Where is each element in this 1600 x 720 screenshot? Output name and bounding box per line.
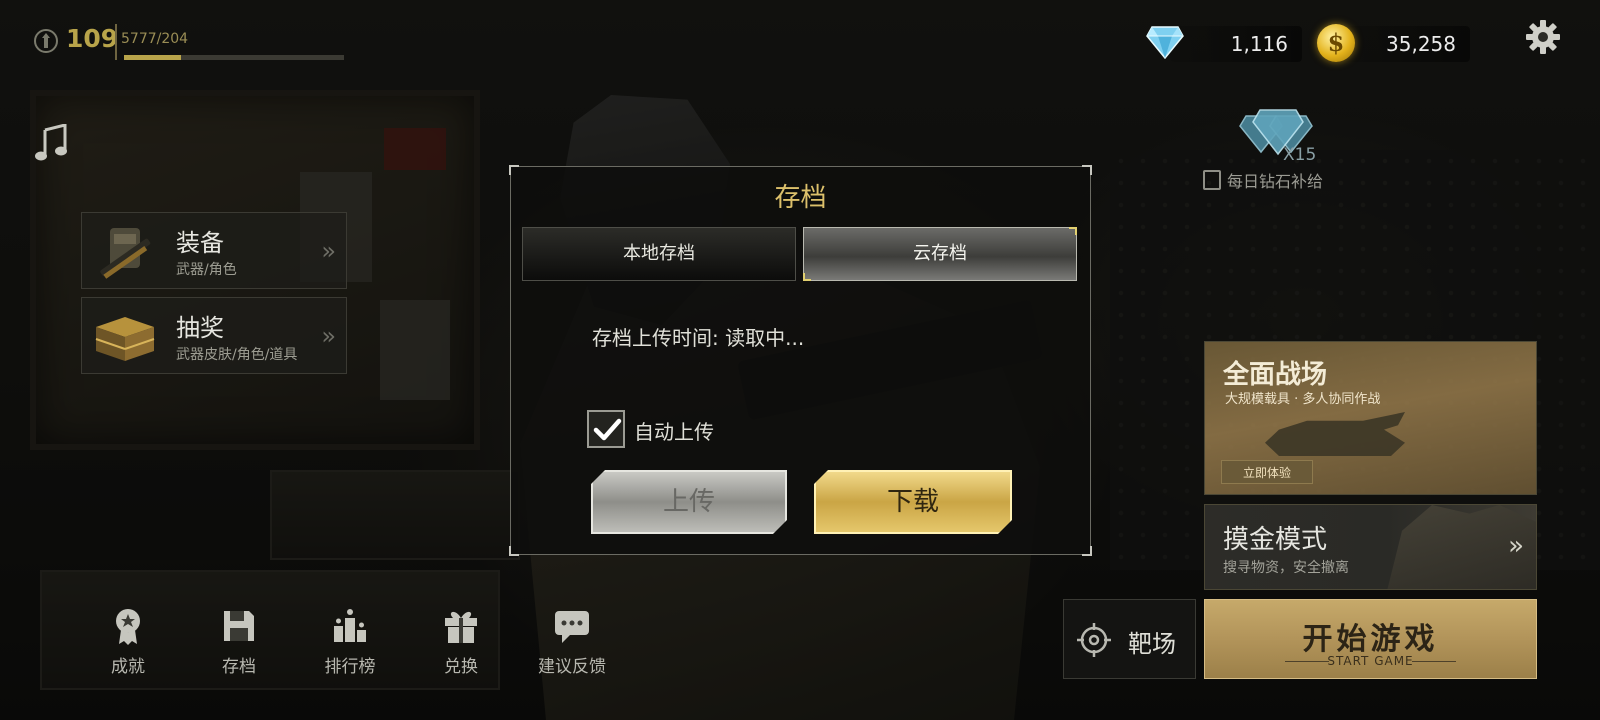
start-game-subtitle: START GAME — [1327, 654, 1414, 668]
level-divider — [115, 24, 117, 60]
upload-time-value: 读取中... — [725, 326, 805, 350]
tab-cloud-save[interactable]: 云存档 — [803, 227, 1077, 281]
gear-icon[interactable] — [1525, 19, 1561, 55]
save-icon — [224, 611, 254, 641]
tab-accent-corner — [1069, 227, 1077, 235]
crosshair-icon — [1077, 623, 1111, 657]
upload-button[interactable]: 上传 — [591, 470, 787, 534]
nav-label: 兑换 — [444, 657, 478, 677]
checkmark-icon — [593, 418, 622, 441]
start-game-button[interactable]: 开始游戏 START GAME — [1204, 599, 1537, 679]
tab-accent-corner — [803, 273, 811, 281]
chevron-right-icon: » — [1508, 531, 1524, 561]
loot-crate-icon — [95, 317, 155, 361]
nav-label: 存档 — [222, 657, 256, 677]
nav-label: 排行榜 — [324, 657, 376, 677]
chat-icon — [555, 611, 589, 643]
lottery-menu-card[interactable]: 抽奖 武器皮肤/角色/道具 » — [81, 297, 347, 374]
nav-label: 成就 — [111, 657, 145, 677]
daily-diamond-label[interactable]: 每日钻石补给 — [1227, 168, 1323, 192]
tab-local-save[interactable]: 本地存档 — [522, 227, 796, 281]
coin-count: 35,258 — [1386, 32, 1456, 56]
chevron-right-icon: » — [321, 322, 336, 350]
upload-time-label: 存档上传时间: — [592, 326, 726, 350]
coin-counter[interactable]: 35,258 — [1342, 26, 1470, 62]
equipment-title: 装备 — [176, 229, 224, 257]
nav-feedback[interactable]: 建议反馈 — [527, 606, 617, 686]
warzone-banner[interactable]: 全面战场 大规模载具 · 多人协同作战 立即体验 — [1204, 341, 1537, 495]
gem-counter[interactable]: 1,116 — [1170, 26, 1302, 62]
video-ad-icon — [1203, 170, 1221, 190]
xp-progress-bar — [124, 55, 344, 60]
dialog-corner — [509, 546, 519, 556]
dialog-corner — [1082, 165, 1092, 175]
download-button[interactable]: 下载 — [814, 470, 1012, 534]
lottery-subtitle: 武器皮肤/角色/道具 — [176, 347, 298, 363]
music-icon[interactable] — [34, 124, 68, 162]
nav-label: 建议反馈 — [538, 657, 606, 677]
gold-mode-banner[interactable]: 摸金模式 搜寻物资，安全撤离 » — [1204, 504, 1537, 590]
warzone-try-button[interactable]: 立即体验 — [1221, 460, 1313, 484]
tab-cloud-label: 云存档 — [913, 243, 967, 264]
medal-icon — [116, 609, 140, 645]
dialog-title: 存档 — [774, 183, 827, 213]
start-game-line-right — [1412, 661, 1456, 662]
daily-diamond-count: X15 — [1283, 145, 1317, 165]
tank-illustration — [1265, 412, 1405, 456]
lottery-title: 抽奖 — [176, 314, 224, 342]
gem-count: 1,116 — [1230, 32, 1288, 56]
shooting-range-label: 靶场 — [1128, 630, 1176, 658]
dialog-corner — [1082, 546, 1092, 556]
shooting-range-button[interactable]: 靶场 — [1063, 599, 1196, 679]
xp-text: 5777/204 — [121, 31, 189, 47]
xp-progress-fill — [124, 55, 182, 60]
auto-upload-checkbox[interactable] — [587, 410, 625, 448]
warzone-title: 全面战场 — [1223, 360, 1328, 390]
nav-achievements[interactable]: 成就 — [83, 606, 173, 686]
player-level: 109 — [66, 24, 119, 53]
nav-redeem[interactable]: 兑换 — [416, 606, 506, 686]
gold-mode-subtitle: 搜寻物资，安全撤离 — [1223, 560, 1349, 576]
chevron-right-icon: » — [321, 237, 336, 265]
nav-save[interactable]: 存档 — [194, 606, 284, 686]
weapon-vest-icon — [100, 228, 151, 279]
warzone-subtitle: 大规模载具 · 多人协同作战 — [1225, 392, 1381, 407]
gift-icon — [445, 611, 477, 643]
upload-time-row: 存档上传时间: 读取中... — [592, 322, 804, 351]
equipment-menu-card[interactable]: 装备 武器/角色 » — [81, 212, 347, 289]
auto-upload-label[interactable]: 自动上传 — [634, 416, 714, 445]
start-game-title: 开始游戏 — [1302, 622, 1439, 657]
rank-icon — [34, 29, 58, 53]
dialog-corner — [509, 165, 519, 175]
gold-mode-title: 摸金模式 — [1223, 525, 1328, 555]
leaderboard-icon — [334, 609, 366, 642]
gold-coin-icon: $ — [1317, 24, 1355, 62]
nav-leaderboard[interactable]: 排行榜 — [305, 606, 395, 686]
diamond-icon — [1146, 26, 1184, 59]
equipment-subtitle: 武器/角色 — [176, 262, 237, 278]
save-dialog: 存档 本地存档 云存档 存档上传时间: 读取中... 自动上传 上传 下载 — [509, 165, 1092, 556]
